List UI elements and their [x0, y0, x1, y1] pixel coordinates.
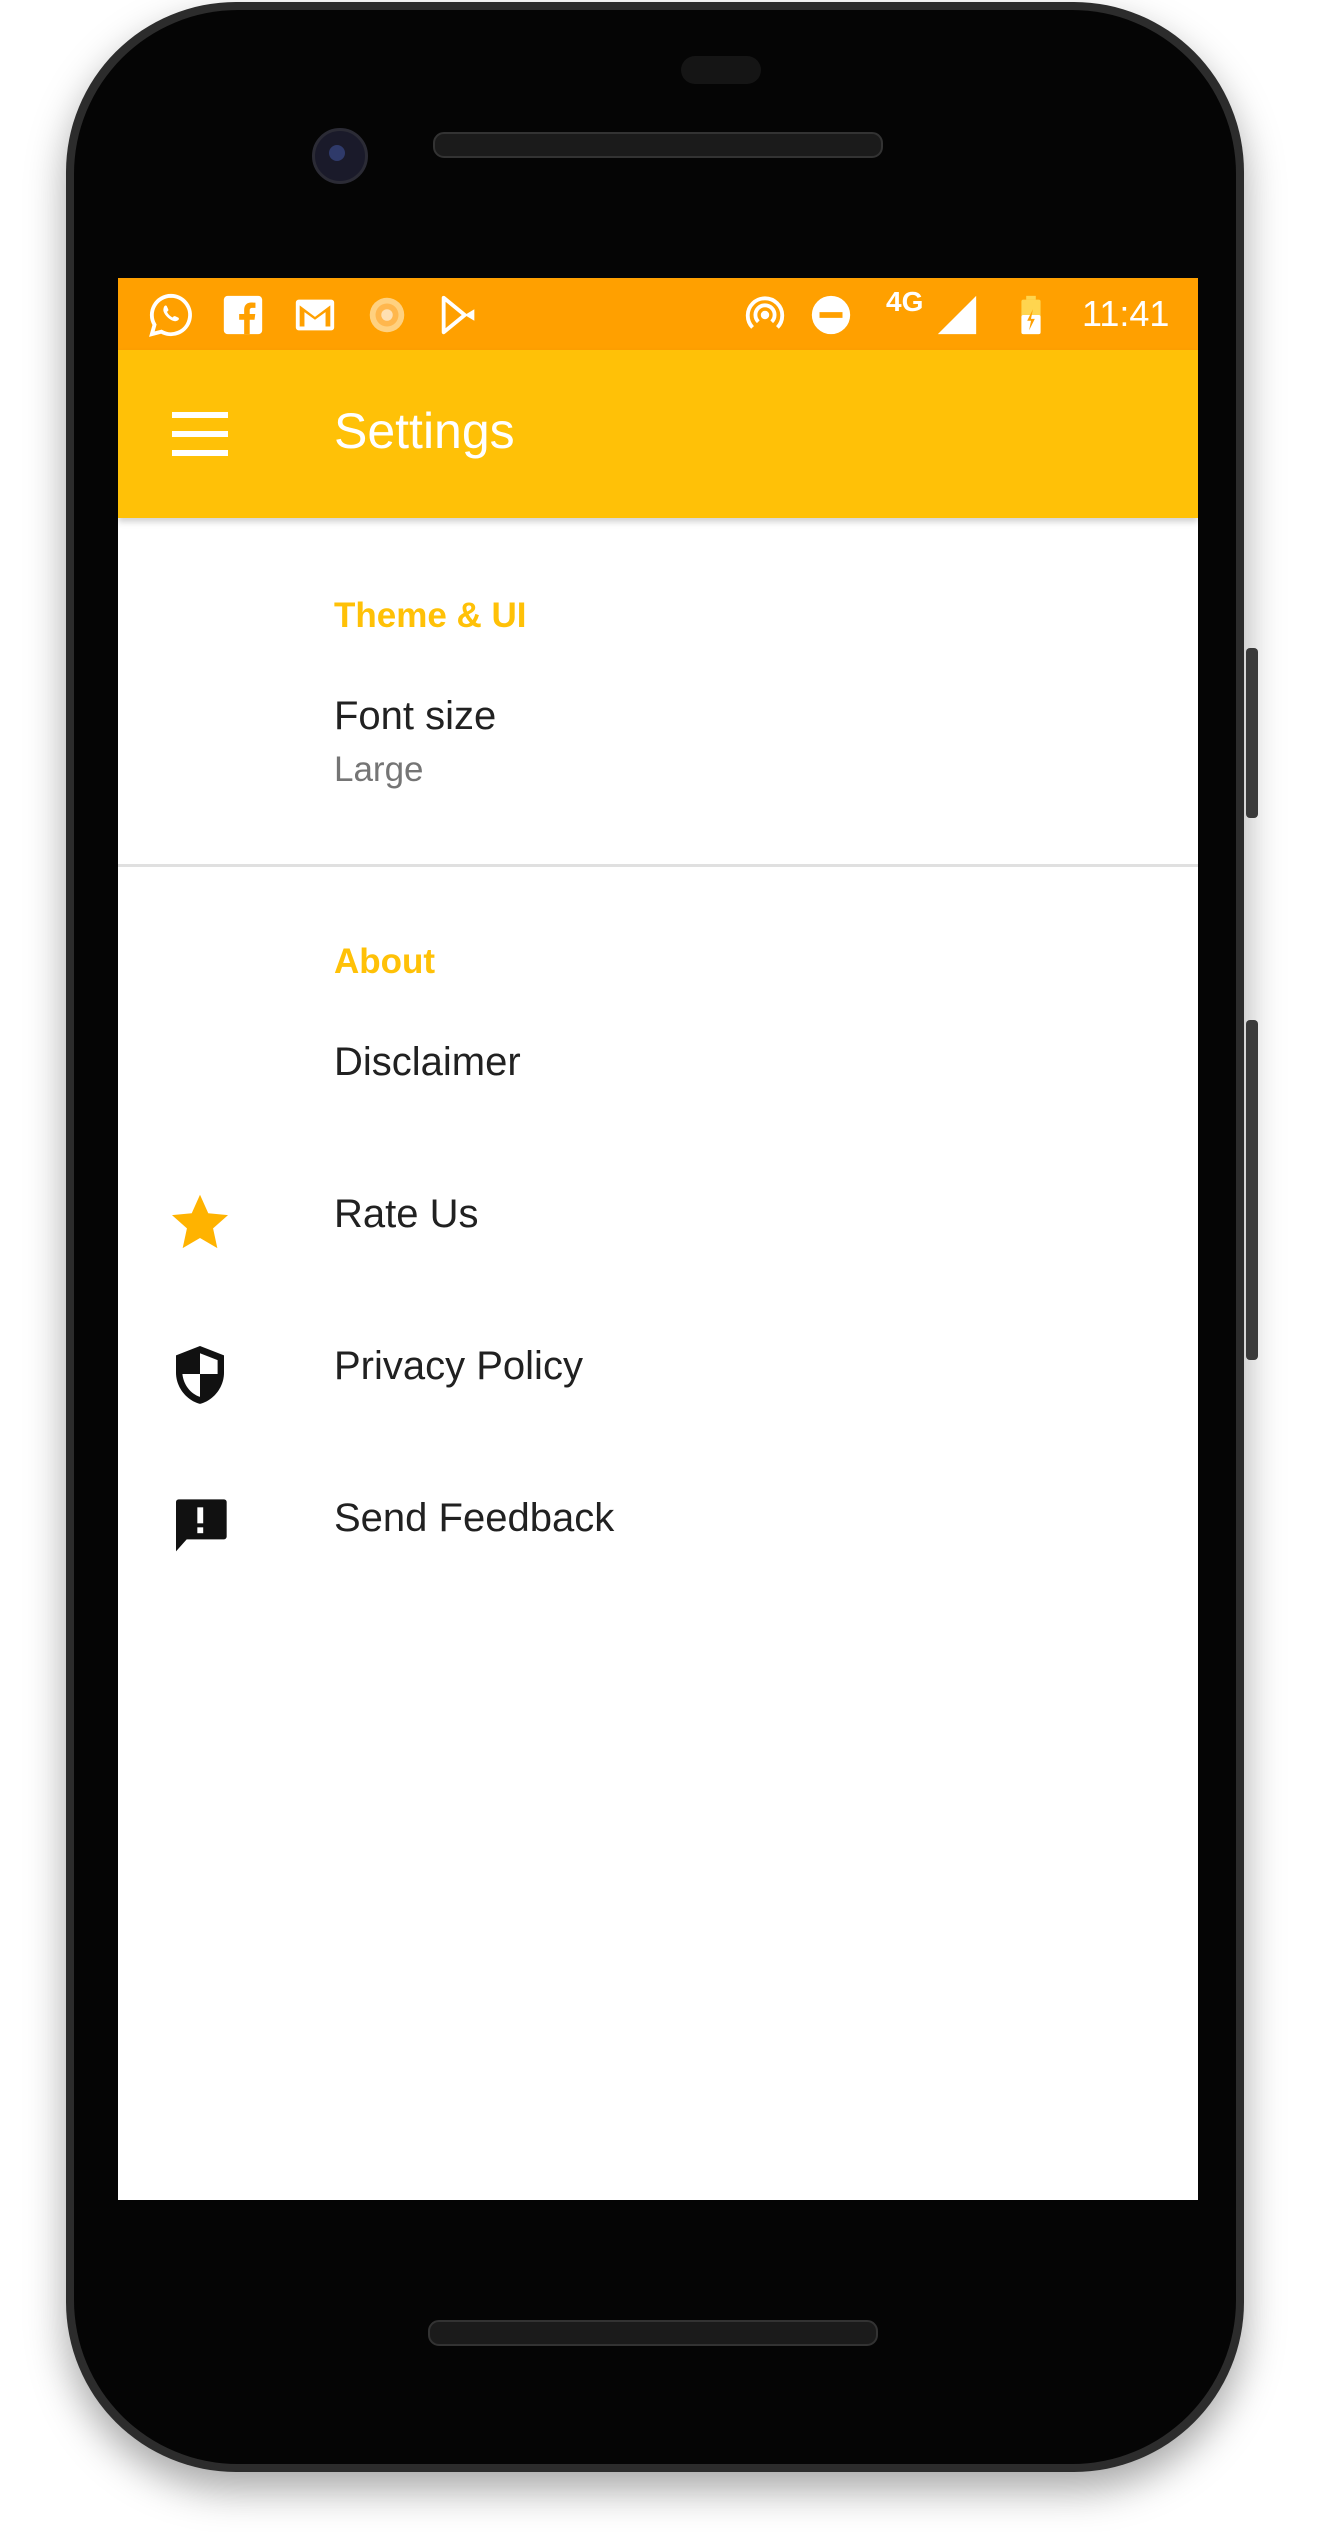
- pref-font-size[interactable]: Font size Large: [118, 678, 1198, 828]
- bottom-speaker: [428, 2320, 878, 2346]
- volume-button[interactable]: [1246, 1020, 1258, 1360]
- facebook-icon: [223, 295, 263, 335]
- play-store-icon: [441, 295, 475, 335]
- front-camera: [312, 128, 368, 184]
- app-sun-icon: [369, 297, 405, 333]
- pref-disclaimer[interactable]: Disclaimer: [118, 1018, 1198, 1168]
- pref-font-size-summary: Large: [334, 750, 424, 789]
- top-speaker: [433, 132, 883, 158]
- hotspot-icon: [745, 296, 785, 329]
- signal-icon: [937, 295, 977, 335]
- pref-send-feedback-title: Send Feedback: [334, 1496, 615, 1540]
- section-header-theme: Theme & UI: [334, 596, 527, 635]
- whatsapp-icon: [149, 293, 192, 337]
- star-icon: [172, 1194, 228, 1249]
- pref-send-feedback[interactable]: Send Feedback: [118, 1474, 1198, 1624]
- pref-privacy-policy-title: Privacy Policy: [334, 1344, 583, 1388]
- pref-privacy-policy[interactable]: Privacy Policy: [118, 1322, 1198, 1472]
- hamburger-menu-icon[interactable]: [168, 406, 232, 462]
- pref-rate-us-title: Rate Us: [334, 1192, 479, 1236]
- power-button[interactable]: [1246, 648, 1258, 818]
- pref-font-size-title: Font size: [334, 694, 497, 738]
- gmail-icon: [295, 299, 335, 331]
- clock: 11:41: [1082, 293, 1170, 334]
- page-title: Settings: [334, 403, 515, 459]
- network-type: 4G: [886, 286, 924, 317]
- section-divider: [118, 864, 1198, 867]
- pref-disclaimer-title: Disclaimer: [334, 1040, 521, 1084]
- proximity-sensor: [681, 56, 761, 84]
- app-screen: 4G 11:41 Settings Theme & UI Font size L…: [118, 278, 1198, 2200]
- do-not-disturb-icon: [811, 295, 851, 335]
- pref-rate-us[interactable]: Rate Us: [118, 1170, 1198, 1320]
- app-toolbar: Settings: [118, 350, 1198, 518]
- status-bar: 4G 11:41: [118, 278, 1198, 350]
- feedback-icon: [176, 1499, 227, 1552]
- section-header-about: About: [334, 942, 436, 981]
- shield-icon: [176, 1346, 224, 1404]
- battery-charging-icon: [1021, 295, 1041, 335]
